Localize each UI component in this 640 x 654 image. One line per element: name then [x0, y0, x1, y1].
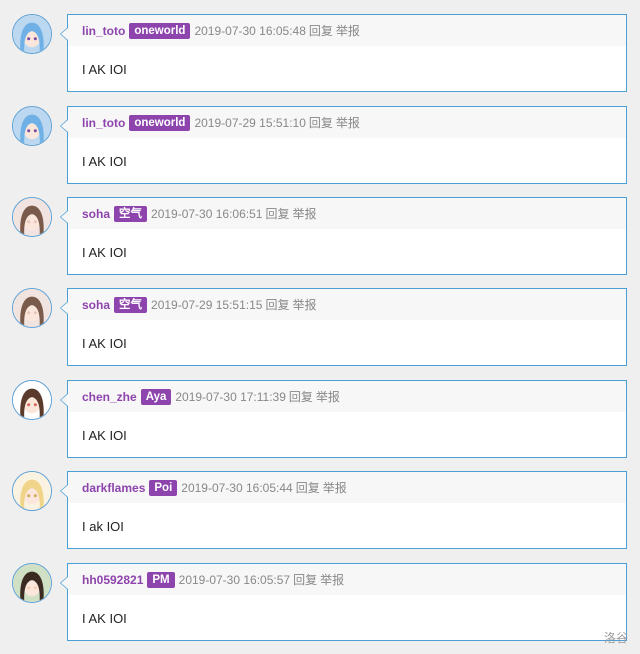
comment-time: 2019-07-29 15:51:10 [194, 115, 306, 130]
report-link[interactable]: 举报 [292, 205, 316, 222]
avatar[interactable] [12, 288, 52, 328]
comment-meta: soha 空气 2019-07-30 16:06:51 回复 举报 [68, 198, 626, 229]
username-link[interactable]: darkflames [82, 481, 145, 495]
report-link[interactable]: 举报 [292, 296, 316, 313]
reply-link[interactable]: 回复 [309, 114, 333, 131]
user-badge: Poi [149, 479, 178, 496]
anime-avatar-blue-purple [13, 107, 51, 145]
anime-avatar-brown-hair [13, 198, 51, 236]
reply-link[interactable]: 回复 [309, 22, 333, 39]
comment-meta: lin_toto oneworld 2019-07-29 15:51:10 回复… [68, 107, 626, 138]
card-pointer [60, 393, 68, 407]
user-badge: oneworld [129, 114, 191, 131]
report-link[interactable]: 举报 [323, 479, 347, 496]
username-link[interactable]: soha [82, 298, 110, 312]
comment-item: soha 空气 2019-07-29 15:51:15 回复 举报 I AK I… [0, 288, 640, 368]
avatar[interactable] [12, 563, 52, 603]
user-badge: 空气 [114, 296, 148, 313]
username-link[interactable]: chen_zhe [82, 390, 137, 404]
username-link[interactable]: lin_toto [82, 24, 125, 38]
report-link[interactable]: 举报 [316, 388, 340, 405]
comment-card: hh0592821 PM 2019-07-30 16:05:57 回复 举报 I… [60, 563, 627, 641]
comment-meta: soha 空气 2019-07-29 15:51:15 回复 举报 [68, 289, 626, 320]
comment-text: I AK IOI [82, 244, 127, 260]
comment-item: lin_toto oneworld 2019-07-30 16:05:48 回复… [0, 14, 640, 94]
report-link[interactable]: 举报 [320, 571, 344, 588]
card-pointer [60, 27, 68, 41]
reply-link[interactable]: 回复 [265, 296, 289, 313]
comment-time: 2019-07-30 16:05:57 [178, 572, 291, 587]
comment-text: I AK IOI [82, 610, 127, 626]
anime-avatar-chibi [13, 381, 51, 419]
user-badge: Aya [140, 388, 172, 405]
comment-card: chen_zhe Aya 2019-07-30 17:11:39 回复 举报 I… [60, 380, 627, 458]
comment-card: soha 空气 2019-07-29 15:51:15 回复 举报 I AK I… [60, 288, 627, 366]
comment-text: I AK IOI [82, 153, 127, 169]
report-link[interactable]: 举报 [336, 22, 360, 39]
comment-text: I ak IOI [82, 518, 124, 534]
username-link[interactable]: soha [82, 207, 110, 221]
report-link[interactable]: 举报 [336, 114, 360, 131]
comment-time: 2019-07-30 17:11:39 [175, 389, 286, 404]
avatar[interactable] [12, 14, 52, 54]
avatar[interactable] [12, 380, 52, 420]
comment-time: 2019-07-29 15:51:15 [151, 297, 263, 312]
avatar[interactable] [12, 471, 52, 511]
comment-meta: chen_zhe Aya 2019-07-30 17:11:39 回复 举报 [68, 381, 626, 412]
username-link[interactable]: lin_toto [82, 116, 125, 130]
comment-card: soha 空气 2019-07-30 16:06:51 回复 举报 I AK I… [60, 197, 627, 275]
comment-item: hh0592821 PM 2019-07-30 16:05:57 回复 举报 I… [0, 563, 640, 643]
username-link[interactable]: hh0592821 [82, 573, 143, 587]
comment-card: darkflames Poi 2019-07-30 16:05:44 回复 举报… [60, 471, 627, 549]
comment-time: 2019-07-30 16:06:51 [151, 206, 263, 221]
avatar[interactable] [12, 106, 52, 146]
card-pointer [60, 119, 68, 133]
comment-meta: lin_toto oneworld 2019-07-30 16:05:48 回复… [68, 15, 626, 46]
comment-item: lin_toto oneworld 2019-07-29 15:51:10 回复… [0, 106, 640, 186]
reply-link[interactable]: 回复 [265, 205, 289, 222]
comment-text: I AK IOI [82, 335, 127, 351]
anime-avatar-blonde [13, 472, 51, 510]
avatar[interactable] [12, 197, 52, 237]
comment-meta: hh0592821 PM 2019-07-30 16:05:57 回复 举报 [68, 564, 626, 595]
comment-item: chen_zhe Aya 2019-07-30 17:11:39 回复 举报 I… [0, 380, 640, 460]
comment-card: lin_toto oneworld 2019-07-30 16:05:48 回复… [60, 14, 627, 92]
card-pointer [60, 301, 68, 315]
card-pointer [60, 210, 68, 224]
anime-avatar-blue-purple [13, 15, 51, 53]
comment-card: lin_toto oneworld 2019-07-29 15:51:10 回复… [60, 106, 627, 184]
comment-item: soha 空气 2019-07-30 16:06:51 回复 举报 I AK I… [0, 197, 640, 277]
comment-text: I AK IOI [82, 427, 127, 443]
comment-time: 2019-07-30 16:05:48 [194, 23, 306, 38]
user-badge: oneworld [129, 22, 191, 39]
card-pointer [60, 576, 68, 590]
reply-link[interactable]: 回复 [289, 388, 313, 405]
anime-avatar-brown-hair [13, 289, 51, 327]
reply-link[interactable]: 回复 [293, 571, 317, 588]
comment-meta: darkflames Poi 2019-07-30 16:05:44 回复 举报 [68, 472, 626, 503]
user-badge: PM [147, 571, 175, 588]
user-badge: 空气 [114, 205, 148, 222]
card-pointer [60, 484, 68, 498]
watermark: 洛谷 [603, 631, 628, 645]
anime-avatar-dark-hair [13, 564, 51, 602]
reply-link[interactable]: 回复 [296, 479, 320, 496]
comment-time: 2019-07-30 16:05:44 [181, 480, 293, 495]
comment-text: I AK IOI [82, 61, 127, 77]
comment-item: darkflames Poi 2019-07-30 16:05:44 回复 举报… [0, 471, 640, 551]
